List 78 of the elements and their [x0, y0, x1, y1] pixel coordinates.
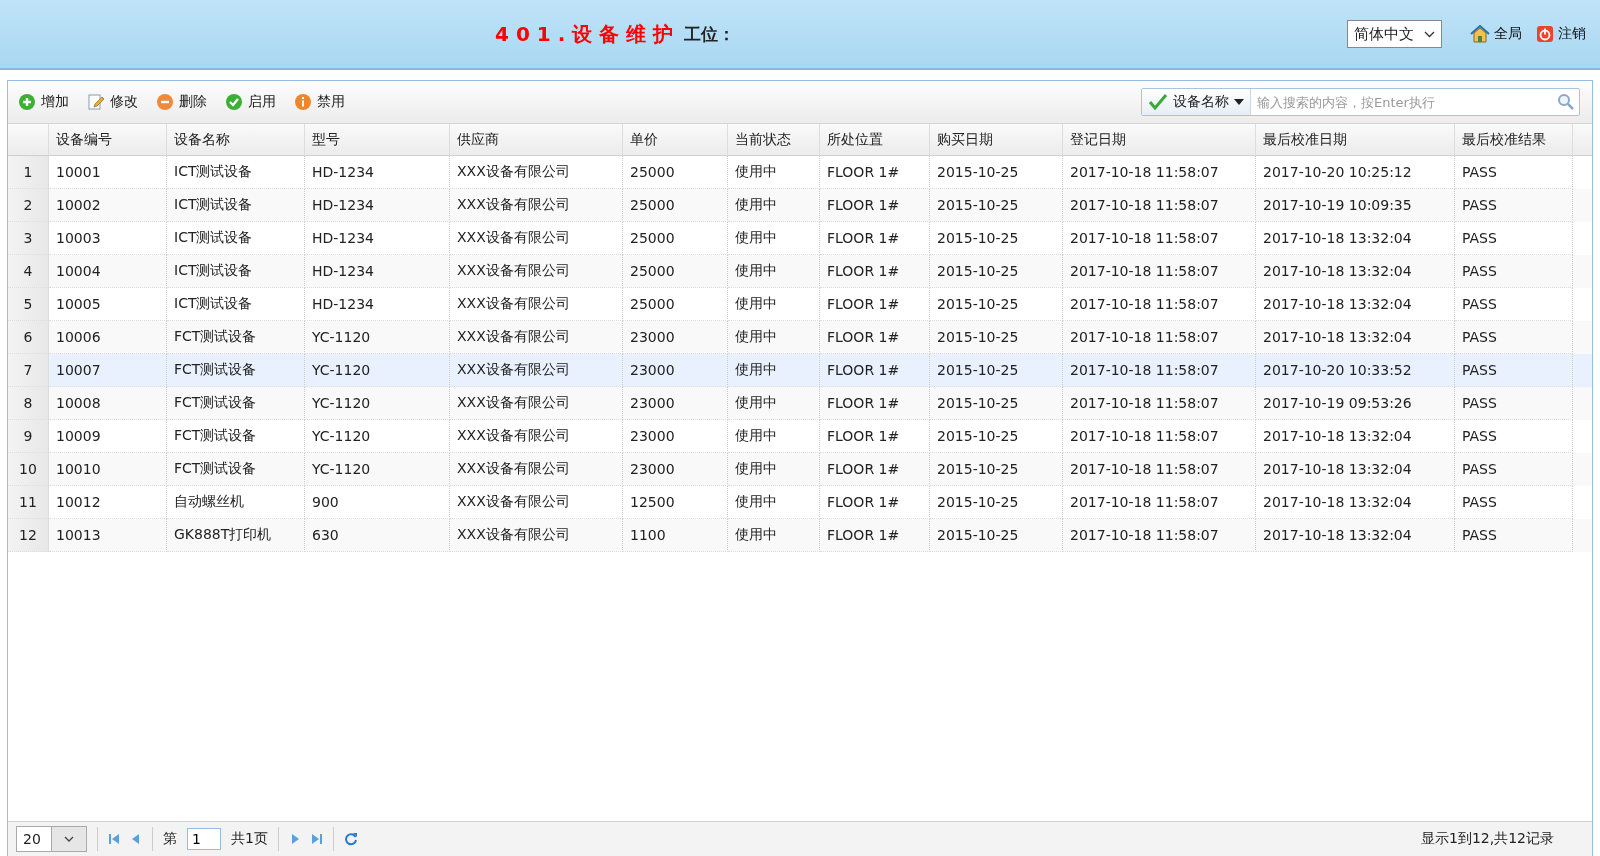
pencil-icon: [87, 93, 105, 111]
search-field[interactable]: 设备名称 输入搜索的内容，按Enter执行: [1141, 88, 1580, 116]
row-number: 12: [8, 519, 49, 552]
table-cell: GK888T打印机: [167, 519, 305, 552]
table-cell: XXX设备有限公司: [450, 519, 623, 552]
check-icon: [225, 93, 243, 111]
column-header[interactable]: 最后校准结果: [1455, 124, 1573, 155]
row-number: 10: [8, 453, 49, 486]
page-title: 401.设备维护: [495, 20, 681, 48]
table-cell: 2015-10-25: [930, 519, 1063, 552]
table-cell: 630: [305, 519, 450, 552]
table-cell: 2017-10-18 11:58:07: [1063, 519, 1256, 552]
column-header[interactable]: 购买日期: [930, 124, 1063, 155]
check-icon: [1148, 94, 1168, 110]
column-header[interactable]: 供应商: [450, 124, 623, 155]
page-size-select[interactable]: 20: [16, 826, 87, 852]
row-number: 3: [8, 222, 49, 255]
table-cell: PASS: [1455, 519, 1573, 552]
column-header[interactable]: 所处位置: [820, 124, 930, 155]
search-field-select[interactable]: 设备名称: [1142, 89, 1251, 115]
table-cell: 10013: [49, 519, 167, 552]
table-cell: 1100: [623, 519, 728, 552]
refresh-icon: [343, 832, 358, 846]
table-row[interactable]: 2 10002 ICT测试设备 HD-1234 XXX设备有限公司 25000 使用中 FLOOR 1# 2015-10-25 2017-10-18 11:58:07 2017-10-19 10:09:35 PASS: [8, 189, 1592, 222]
disable-button[interactable]: 禁用: [292, 91, 347, 113]
first-page-button[interactable]: [108, 833, 120, 845]
column-header[interactable]: 设备编号: [49, 124, 167, 155]
table-cell: 使用中: [728, 519, 820, 552]
delete-button[interactable]: 删除: [154, 91, 209, 113]
row-number: 7: [8, 354, 49, 387]
page-label: 第: [163, 830, 177, 848]
first-page-icon: [108, 833, 120, 845]
row-number: 4: [8, 255, 49, 288]
plus-icon: [18, 93, 36, 111]
enable-button[interactable]: 启用: [223, 91, 278, 113]
chevron-down-icon: [1424, 30, 1435, 38]
row-number: 8: [8, 387, 49, 420]
table-row[interactable]: 6 10006 FCT测试设备 YC-1120 XXX设备有限公司 23000 使用中 FLOOR 1# 2015-10-25 2017-10-18 11:58:07 2017-10-18 13:32:04 PASS: [8, 321, 1592, 354]
last-page-icon: [310, 833, 323, 845]
row-number: 11: [8, 486, 49, 519]
table-cell: 2017-10-18 13:32:04: [1256, 519, 1455, 552]
row-number: 1: [8, 156, 49, 189]
total-pages-label: 共1页: [231, 830, 268, 848]
column-header[interactable]: 设备名称: [167, 124, 305, 155]
table-row[interactable]: 4 10004 ICT测试设备 HD-1234 XXX设备有限公司 25000 使用中 FLOOR 1# 2015-10-25 2017-10-18 11:58:07 2017-10-18 13:32:04 PASS: [8, 255, 1592, 288]
add-button[interactable]: 增加: [16, 91, 71, 113]
edit-button[interactable]: 修改: [85, 91, 140, 113]
table-cell: FLOOR 1#: [820, 519, 930, 552]
info-icon: [294, 93, 312, 111]
power-icon: [1536, 25, 1554, 43]
triangle-left-icon: [130, 833, 142, 845]
page-number-input[interactable]: 1: [187, 828, 221, 850]
table-row[interactable]: 10 10010 FCT测试设备 YC-1120 XXX设备有限公司 23000 使用中 FLOOR 1# 2015-10-25 2017-10-18 11:58:07 2017-10-18 13:32:04 PASS: [8, 453, 1592, 486]
refresh-button[interactable]: [343, 832, 358, 846]
home-link[interactable]: 全局: [1470, 25, 1522, 43]
previous-page-button[interactable]: [130, 833, 142, 845]
row-number: 2: [8, 189, 49, 222]
column-header[interactable]: 当前状态: [728, 124, 820, 155]
minus-icon: [156, 93, 174, 111]
language-select[interactable]: 简体中文: [1347, 20, 1442, 48]
row-number: 9: [8, 420, 49, 453]
row-number: 6: [8, 321, 49, 354]
last-page-button[interactable]: [310, 833, 323, 845]
record-summary: 显示1到12,共12记录: [1421, 830, 1554, 848]
chevron-down-icon: [64, 836, 74, 842]
column-header[interactable]: 单价: [623, 124, 728, 155]
column-header[interactable]: 登记日期: [1063, 124, 1256, 155]
station-label: 工位：: [684, 22, 736, 46]
house-icon: [1470, 25, 1490, 43]
search-icon[interactable]: [1557, 93, 1575, 111]
logout-link[interactable]: 注销: [1536, 25, 1586, 43]
table-row[interactable]: 8 10008 FCT测试设备 YC-1120 XXX设备有限公司 23000 使用中 FLOOR 1# 2015-10-25 2017-10-18 11:58:07 2017-10-19 09:53:26 PASS: [8, 387, 1592, 420]
column-header[interactable]: 最后校准日期: [1256, 124, 1455, 155]
column-header[interactable]: 型号: [305, 124, 450, 155]
row-number: 5: [8, 288, 49, 321]
table-row[interactable]: 12 10013 GK888T打印机 630 XXX设备有限公司 1100 使用中 FLOOR 1# 2015-10-25 2017-10-18 11:58:07 2017-10-18 13:32:04 PASS: [8, 519, 1592, 552]
caret-icon: [1234, 99, 1244, 105]
table-row[interactable]: 7 10007 FCT测试设备 YC-1120 XXX设备有限公司 23000 使用中 FLOOR 1# 2015-10-25 2017-10-18 11:58:07 2017-10-20 10:33:52 PASS: [8, 354, 1592, 387]
